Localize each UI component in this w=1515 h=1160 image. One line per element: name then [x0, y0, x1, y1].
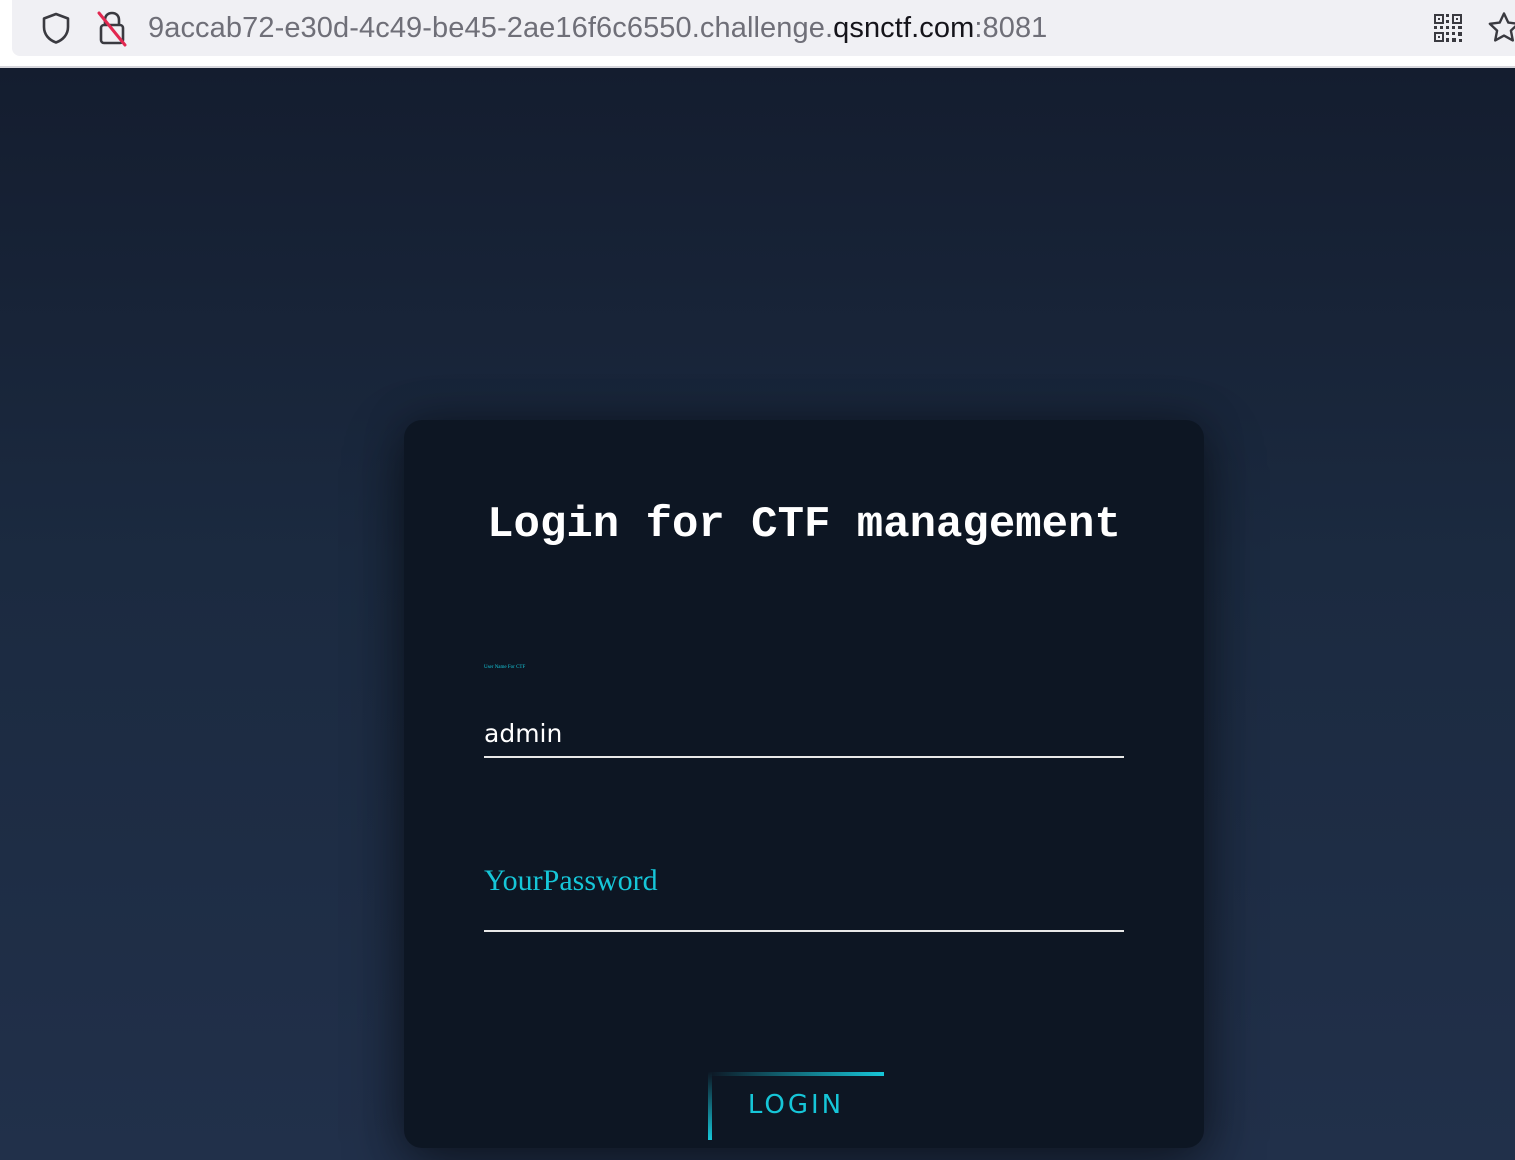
shield-icon[interactable]: [38, 10, 74, 46]
url-prefix: 9accab72-e30d-4c49-be45-2ae16f6c6550.cha…: [148, 12, 834, 44]
login-title: Login for CTF management: [487, 500, 1121, 550]
username-group: User Name For CTF: [484, 660, 1124, 760]
browser-toolbar: 9accab72-e30d-4c49-be45-2ae16f6c6550.cha…: [0, 0, 1515, 68]
page-viewport: Login for CTF management User Name For C…: [0, 68, 1515, 1160]
login-card: Login for CTF management User Name For C…: [404, 420, 1204, 1148]
username-input[interactable]: [484, 710, 1124, 758]
login-button-label: LOGIN: [747, 1090, 845, 1120]
url-text[interactable]: 9accab72-e30d-4c49-be45-2ae16f6c6550.cha…: [148, 8, 1047, 48]
login-button[interactable]: LOGIN: [708, 1072, 884, 1140]
bookmark-star-icon[interactable]: [1486, 10, 1515, 46]
password-input[interactable]: [484, 850, 1124, 932]
url-port: :8081: [974, 12, 1048, 44]
insecure-lock-icon[interactable]: [94, 8, 130, 48]
address-bar[interactable]: 9accab72-e30d-4c49-be45-2ae16f6c6550.cha…: [12, 0, 1515, 56]
url-domain: qsnctf.com: [833, 12, 975, 44]
password-group: [484, 850, 1124, 932]
button-top-border: [708, 1072, 884, 1076]
username-label: User Name For CTF: [484, 665, 526, 670]
qr-code-icon[interactable]: [1432, 12, 1464, 44]
